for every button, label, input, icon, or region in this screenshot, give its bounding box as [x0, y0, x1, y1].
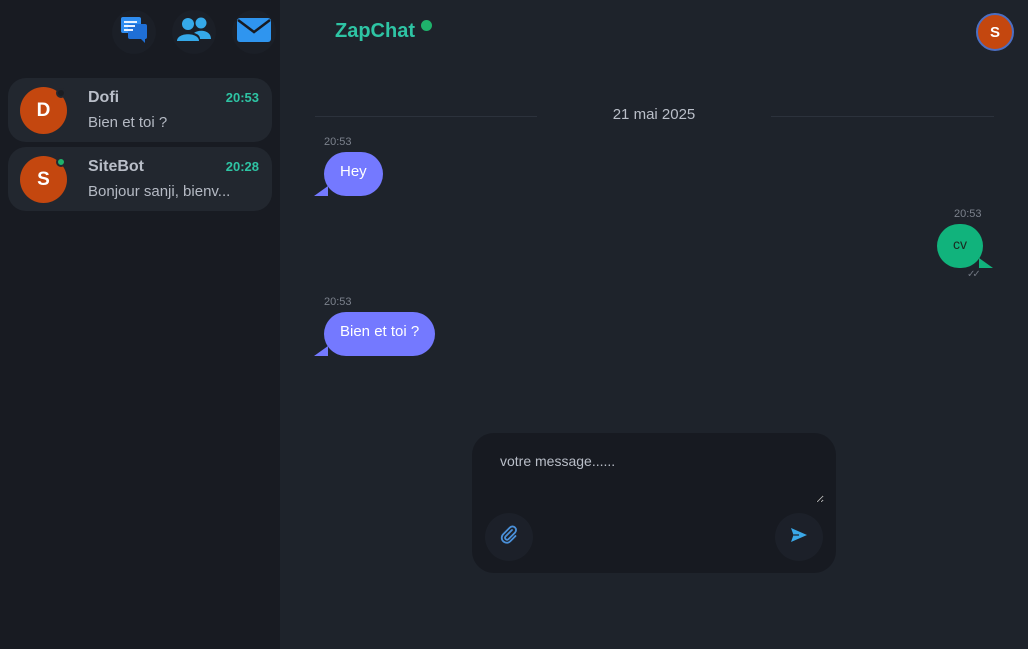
send-icon — [789, 525, 809, 550]
conversation-name: SiteBot — [88, 158, 144, 175]
divider-left — [315, 116, 537, 117]
conversation-time: 20:28 — [225, 159, 259, 174]
nav-mail-button[interactable] — [232, 10, 276, 54]
paperclip-icon — [499, 525, 519, 550]
date-separator: 21 mai 2025 — [612, 106, 696, 123]
conversation-preview: Bonjour sanji, bienv... — [88, 183, 231, 200]
nav-icons — [112, 10, 276, 54]
contacts-icon — [175, 15, 213, 50]
message-bubble-incoming: Bien et toi ? — [313, 312, 436, 356]
send-button[interactable] — [775, 513, 823, 561]
online-status-dot — [421, 20, 432, 31]
message-composer — [472, 433, 836, 573]
message-bubble-incoming: Hey — [314, 152, 383, 196]
message-time: 20:53 — [954, 208, 982, 220]
online-status-dot — [56, 157, 66, 167]
conversation-item-dofi[interactable]: D Dofi 20:53 Bien et toi ? — [8, 78, 272, 142]
conversation-time: 20:53 — [225, 90, 259, 105]
sidebar: D Dofi 20:53 Bien et toi ? S SiteBot 20:… — [0, 0, 280, 649]
app-title: ZapChat — [335, 20, 415, 42]
divider-right — [771, 116, 994, 117]
message-input[interactable] — [488, 447, 824, 503]
attach-button[interactable] — [485, 513, 533, 561]
chat-bubbles-icon — [119, 15, 149, 50]
conversation-preview: Bien et toi ? — [88, 114, 168, 131]
message-time: 20:53 — [324, 296, 352, 308]
message-bubble-outgoing: cv — [937, 224, 993, 268]
mail-icon — [236, 16, 272, 49]
user-avatar[interactable]: S — [976, 13, 1014, 51]
nav-chats-button[interactable] — [112, 10, 156, 54]
message-time: 20:53 — [324, 136, 352, 148]
conversation-item-sitebot[interactable]: S SiteBot 20:28 Bonjour sanji, bienv... — [8, 147, 272, 211]
offline-status-dot — [56, 88, 66, 98]
conversation-name: Dofi — [88, 89, 120, 106]
read-receipt-icon: ✓✓ — [967, 269, 981, 280]
nav-contacts-button[interactable] — [172, 10, 216, 54]
